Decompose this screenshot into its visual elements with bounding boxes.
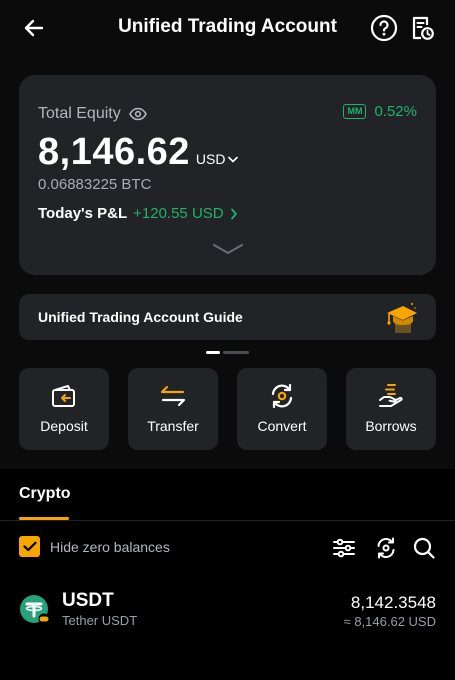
asset-row-usdt[interactable]: USDT Tether USDT 8,142.3548 ≈ 8,146.62 U… [0,586,455,636]
asset-name: Tether USDT [62,613,138,628]
asset-balance: 8,142.3548 [350,593,436,612]
asset-tab-bar: Crypto [0,469,455,521]
borrows-label: Borrows [365,418,417,434]
deposit-button[interactable]: Deposit [19,368,109,450]
account-guide-banner[interactable]: Unified Trading Account Guide [19,294,436,340]
convert-label: Convert [257,418,307,434]
transfer-button[interactable]: Transfer [128,368,218,450]
graduation-cap-icon [387,303,417,333]
convert-icon [271,383,293,409]
sliders-icon [333,538,355,558]
borrow-hand-icon [379,384,403,407]
filter-settings-button[interactable] [332,536,356,560]
transfer-arrows-icon [160,385,186,407]
search-icon [413,537,435,559]
chevron-down-icon [228,156,239,163]
deposit-icon [52,385,75,407]
pnl-value: +120.55 USD [133,205,224,222]
mm-badge: MM [343,104,367,119]
btc-equivalent: 0.06883225 BTC [38,176,152,193]
header: Unified Trading Account [0,0,455,56]
mm-ratio[interactable]: MM 0.52% [343,103,417,120]
carousel-pager [206,351,249,354]
small-balance-convert-button[interactable] [374,536,398,560]
guide-title: Unified Trading Account Guide [38,309,243,325]
pnl-row[interactable]: Today's P&L +120.55 USD [38,205,238,222]
transfer-label: Transfer [147,418,199,434]
convert-icon [377,537,395,559]
history-button[interactable] [406,12,438,44]
convert-button[interactable]: Convert [237,368,327,450]
question-circle-icon [370,14,398,42]
chevron-down-icon [213,244,243,255]
chevron-right-icon [230,208,237,219]
document-clock-icon [412,16,434,40]
equity-label: Total Equity [38,105,147,123]
pnl-label: Today's P&L [38,205,128,222]
tab-crypto[interactable]: Crypto [19,485,71,503]
hide-zero-toggle[interactable]: Hide zero balances [19,536,170,557]
help-button[interactable] [368,12,400,44]
hide-zero-label: Hide zero balances [50,538,170,555]
active-tab-indicator [19,517,69,520]
equity-amount-row: 8,146.62 USD [38,131,239,174]
asset-symbol: USDT [62,590,114,611]
expand-button[interactable] [211,241,245,257]
equity-card: Total Equity MM 0.52% 8,146.62 USD 0.068… [19,75,436,275]
borrows-button[interactable]: Borrows [346,368,436,450]
equity-label-text: Total Equity [38,105,121,122]
deposit-label: Deposit [40,418,88,434]
search-button[interactable] [412,536,436,560]
asset-usd-value: ≈ 8,146.62 USD [343,614,436,629]
eye-icon[interactable] [128,107,147,121]
pager-dot-active[interactable] [206,351,220,354]
currency-label: USD [195,151,226,167]
usdt-coin-icon [20,595,50,625]
mm-ratio-value: 0.52% [374,103,417,120]
pager-dot[interactable] [223,351,249,354]
check-icon [22,541,37,552]
currency-select[interactable]: USD [196,151,239,167]
hide-zero-checkbox[interactable] [19,536,40,557]
equity-amount: 8,146.62 [38,131,190,173]
